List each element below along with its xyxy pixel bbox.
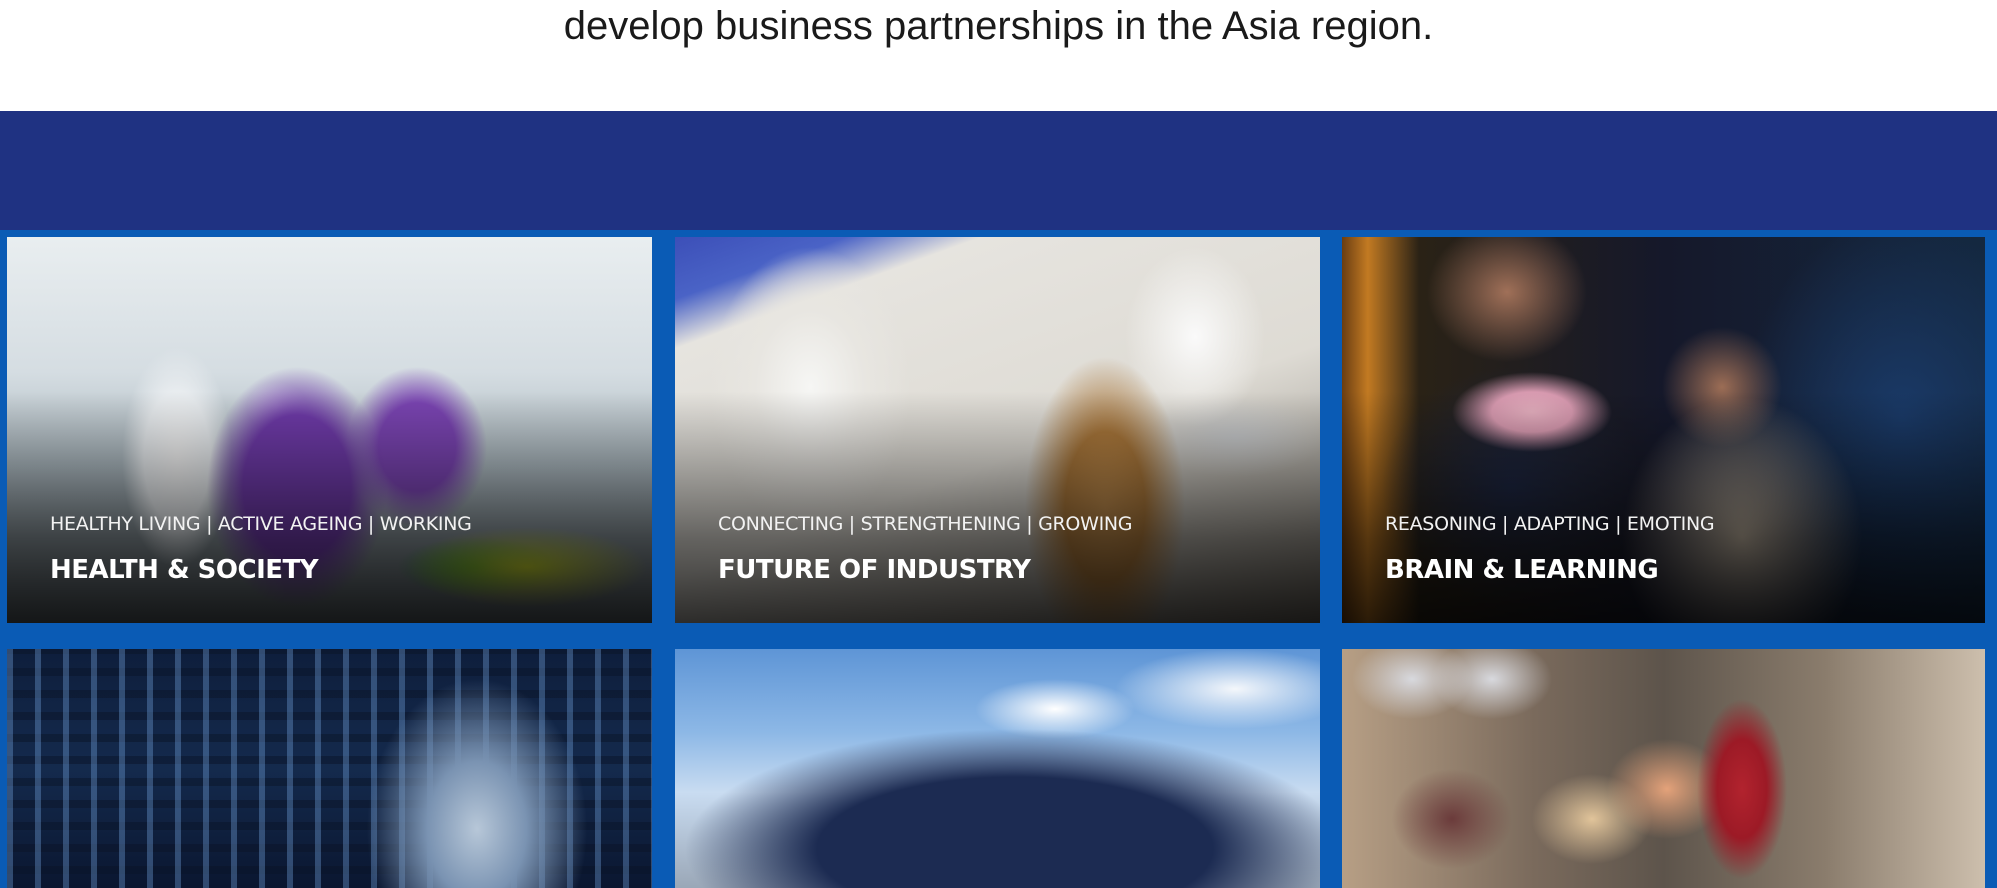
tile-title: HEALTH & SOCIETY [50,555,319,585]
tile-students-classroom[interactable] [1342,649,1985,888]
tile-tagline: HEALTHY LIVING | ACTIVE AGEING | WORKING [50,513,472,535]
tile-title: BRAIN & LEARNING [1385,555,1659,585]
tile-title: FUTURE OF INDUSTRY [718,555,1031,585]
tile-digital-head[interactable] [7,649,652,888]
autonomous-bus-photo [675,649,1320,888]
digital-head-photo [7,649,652,888]
tile-brain-learning[interactable]: REASONING | ADAPTING | EMOTING BRAIN & L… [1342,237,1985,623]
intro-text: develop business partnerships in the Asi… [563,4,1434,48]
students-classroom-photo [1342,649,1985,888]
tile-health-society[interactable]: HEALTHY LIVING | ACTIVE AGEING | WORKING… [7,237,652,623]
tile-autonomous-bus[interactable] [675,649,1320,888]
tile-tagline: REASONING | ADAPTING | EMOTING [1385,513,1715,535]
tile-future-of-industry[interactable]: CONNECTING | STRENGTHENING | GROWING FUT… [675,237,1320,623]
tile-tagline: CONNECTING | STRENGTHENING | GROWING [718,513,1133,535]
intro-section: develop business partnerships in the Asi… [0,0,1997,111]
